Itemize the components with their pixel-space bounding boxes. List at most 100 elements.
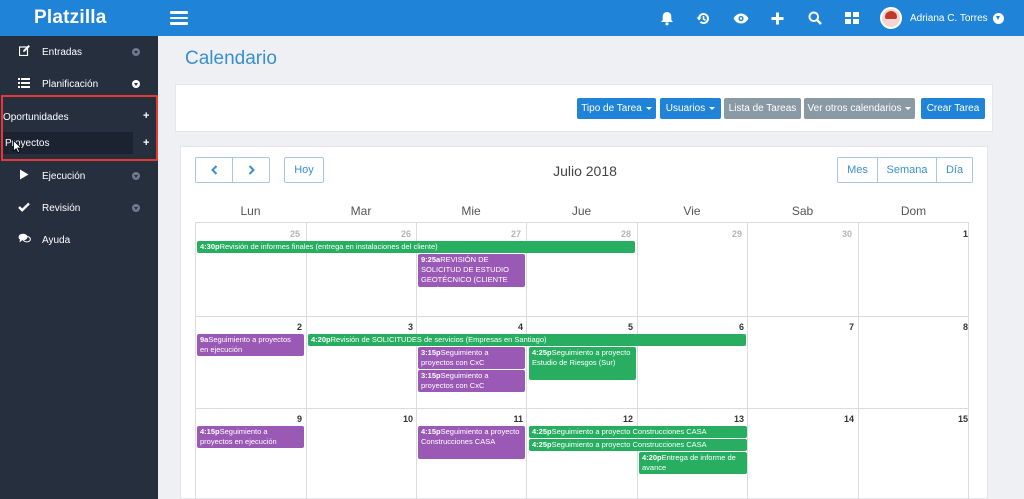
lista-tareas-button[interactable]: Lista de Tareas <box>724 98 801 119</box>
today-button[interactable]: Hoy <box>284 157 324 183</box>
grid-line <box>637 223 638 499</box>
view-dia-button[interactable]: Día <box>936 157 973 183</box>
calendar-event[interactable]: 9:25aREVISIÓN DE SOLICITUD DE ESTUDIO GE… <box>418 254 525 287</box>
grid-line <box>858 223 859 499</box>
calendar-event[interactable]: 9aSeguimiento a proyectos en ejecución <box>197 334 304 356</box>
grid-line <box>416 223 417 499</box>
plus-icon[interactable]: + <box>143 137 149 149</box>
chevron-down-icon <box>132 80 140 88</box>
day-header: Jue <box>571 204 592 218</box>
otros-calendarios-dropdown[interactable]: Ver otros calendarios <box>804 98 915 119</box>
otros-calendarios-label: Ver otros calendarios <box>807 103 902 114</box>
day-number[interactable]: 27 <box>491 229 521 239</box>
event-time: 4:25p <box>532 427 552 436</box>
day-number[interactable]: 30 <box>822 229 852 239</box>
day-number[interactable]: 25 <box>270 229 300 239</box>
prev-month-button[interactable] <box>195 157 233 183</box>
event-time: 3:15p <box>421 371 441 380</box>
day-number[interactable]: 8 <box>938 322 968 332</box>
plus-icon[interactable] <box>759 0 796 36</box>
chevron-left-icon <box>210 165 217 175</box>
view-mes-button[interactable]: Mes <box>837 157 878 183</box>
sidebar-item-revision[interactable]: Revisión <box>0 192 158 224</box>
event-title: Seguimiento a proyecto Construcciones CA… <box>551 427 707 436</box>
calendar-toolbar: Tipo de Tarea Usuarios Lista de Tareas V… <box>175 84 993 132</box>
calendar-event[interactable]: 4:25pSeguimiento a proyecto Estudio de R… <box>529 347 636 380</box>
calendar-event[interactable]: 4:25pSeguimiento a proyecto Construccion… <box>529 439 747 451</box>
usuarios-dropdown[interactable]: Usuarios <box>660 98 721 119</box>
event-title: Seguimiento a proyectos en ejecución <box>200 335 291 354</box>
chevron-right-icon <box>132 48 140 56</box>
calendar-event[interactable]: 3:15pSeguimiento a proyectos con CxC <box>418 370 525 392</box>
day-number[interactable]: 2 <box>272 322 302 332</box>
view-semana-button[interactable]: Semana <box>877 157 937 183</box>
edit-icon <box>17 45 31 59</box>
day-number[interactable]: 1 <box>938 229 968 239</box>
calendar-event[interactable]: 4:30pRevisión de informes finales (entre… <box>197 241 635 253</box>
day-number[interactable]: 5 <box>603 322 633 332</box>
bell-icon[interactable] <box>648 0 685 36</box>
day-number[interactable]: 6 <box>714 322 744 332</box>
menu-toggle-icon[interactable] <box>170 11 188 25</box>
day-number[interactable]: 14 <box>824 414 854 424</box>
search-icon[interactable] <box>796 0 833 36</box>
top-icons <box>648 0 870 36</box>
chevron-down-icon <box>992 12 1004 24</box>
day-number[interactable]: 11 <box>493 414 523 424</box>
calendar-event[interactable]: 4:20pEntrega de informe de avance <box>639 452 747 474</box>
sidebar-subitem-label: Proyectos <box>5 137 50 149</box>
mouse-cursor-icon <box>13 139 23 156</box>
calendar-event[interactable]: 4:15pSeguimiento a proyectos en ejecució… <box>197 426 304 448</box>
usuarios-label: Usuarios <box>665 103 706 114</box>
next-month-button[interactable] <box>232 157 270 183</box>
day-number[interactable]: 26 <box>381 229 411 239</box>
event-time: 4:25p <box>532 440 552 449</box>
day-number[interactable]: 12 <box>603 414 633 424</box>
list-icon <box>17 77 31 91</box>
eye-icon[interactable] <box>722 0 759 36</box>
calendar-event[interactable]: 3:15pSeguimiento a proyectos con CxC <box>418 347 525 369</box>
day-header: Dom <box>900 204 927 218</box>
day-number[interactable]: 9 <box>272 414 302 424</box>
sidebar-item-ejecucion[interactable]: Ejecución <box>0 160 158 192</box>
day-number[interactable]: 3 <box>383 322 413 332</box>
grid-line <box>195 408 969 409</box>
sidebar-item-label: Revisión <box>42 202 81 214</box>
day-number[interactable]: 7 <box>824 322 854 332</box>
day-header: Mie <box>461 204 481 218</box>
day-number[interactable]: 15 <box>938 414 968 424</box>
calendar-title: Julio 2018 <box>553 163 617 179</box>
sidebar-subitem-proyectos[interactable]: Proyectos <box>3 132 133 154</box>
caret-down-icon <box>709 107 716 110</box>
event-title: Revisión de SOLICITUDES de servicios (Em… <box>330 335 547 344</box>
chat-icon <box>17 233 31 247</box>
grid-icon[interactable] <box>833 0 870 36</box>
day-header: Lun <box>240 204 261 218</box>
history-icon[interactable] <box>685 0 722 36</box>
sidebar-item-ayuda[interactable]: Ayuda <box>0 224 158 256</box>
tipo-tarea-dropdown[interactable]: Tipo de Tarea <box>577 98 656 119</box>
top-bar: Platzilla Adriana C. Torres <box>0 0 1024 36</box>
sidebar-subitem-oportunidades[interactable]: Oportunidades <box>0 106 155 128</box>
sidebar-item-entradas[interactable]: Entradas <box>0 36 158 68</box>
day-number[interactable]: 10 <box>383 414 413 424</box>
play-icon <box>17 169 31 183</box>
day-number[interactable]: 28 <box>601 229 631 239</box>
calendar-event[interactable]: 4:25pSeguimiento a proyecto Construccion… <box>529 426 747 438</box>
sidebar-subitem-label: Oportunidades <box>3 111 69 123</box>
event-time: 4:15p <box>421 427 441 436</box>
day-number[interactable]: 13 <box>714 414 744 424</box>
user-menu[interactable]: Adriana C. Torres <box>880 0 1004 36</box>
day-number[interactable]: 29 <box>712 229 742 239</box>
calendar-event[interactable]: 4:15pSeguimiento a proyecto Construccion… <box>418 426 525 459</box>
crear-tarea-button[interactable]: Crear Tarea <box>921 98 985 119</box>
sidebar-item-label: Planificación <box>42 78 99 90</box>
event-time: 4:20p <box>311 335 331 344</box>
crear-tarea-label: Crear Tarea <box>926 103 980 114</box>
day-header: Sab <box>791 204 814 218</box>
day-number[interactable]: 4 <box>493 322 523 332</box>
plus-icon[interactable]: + <box>143 110 149 122</box>
calendar-event[interactable]: 4:20pRevisión de SOLICITUDES de servicio… <box>308 334 746 346</box>
brand-logo[interactable]: Platzilla <box>0 0 158 36</box>
event-title: Seguimiento a proyecto Construcciones CA… <box>551 440 707 449</box>
